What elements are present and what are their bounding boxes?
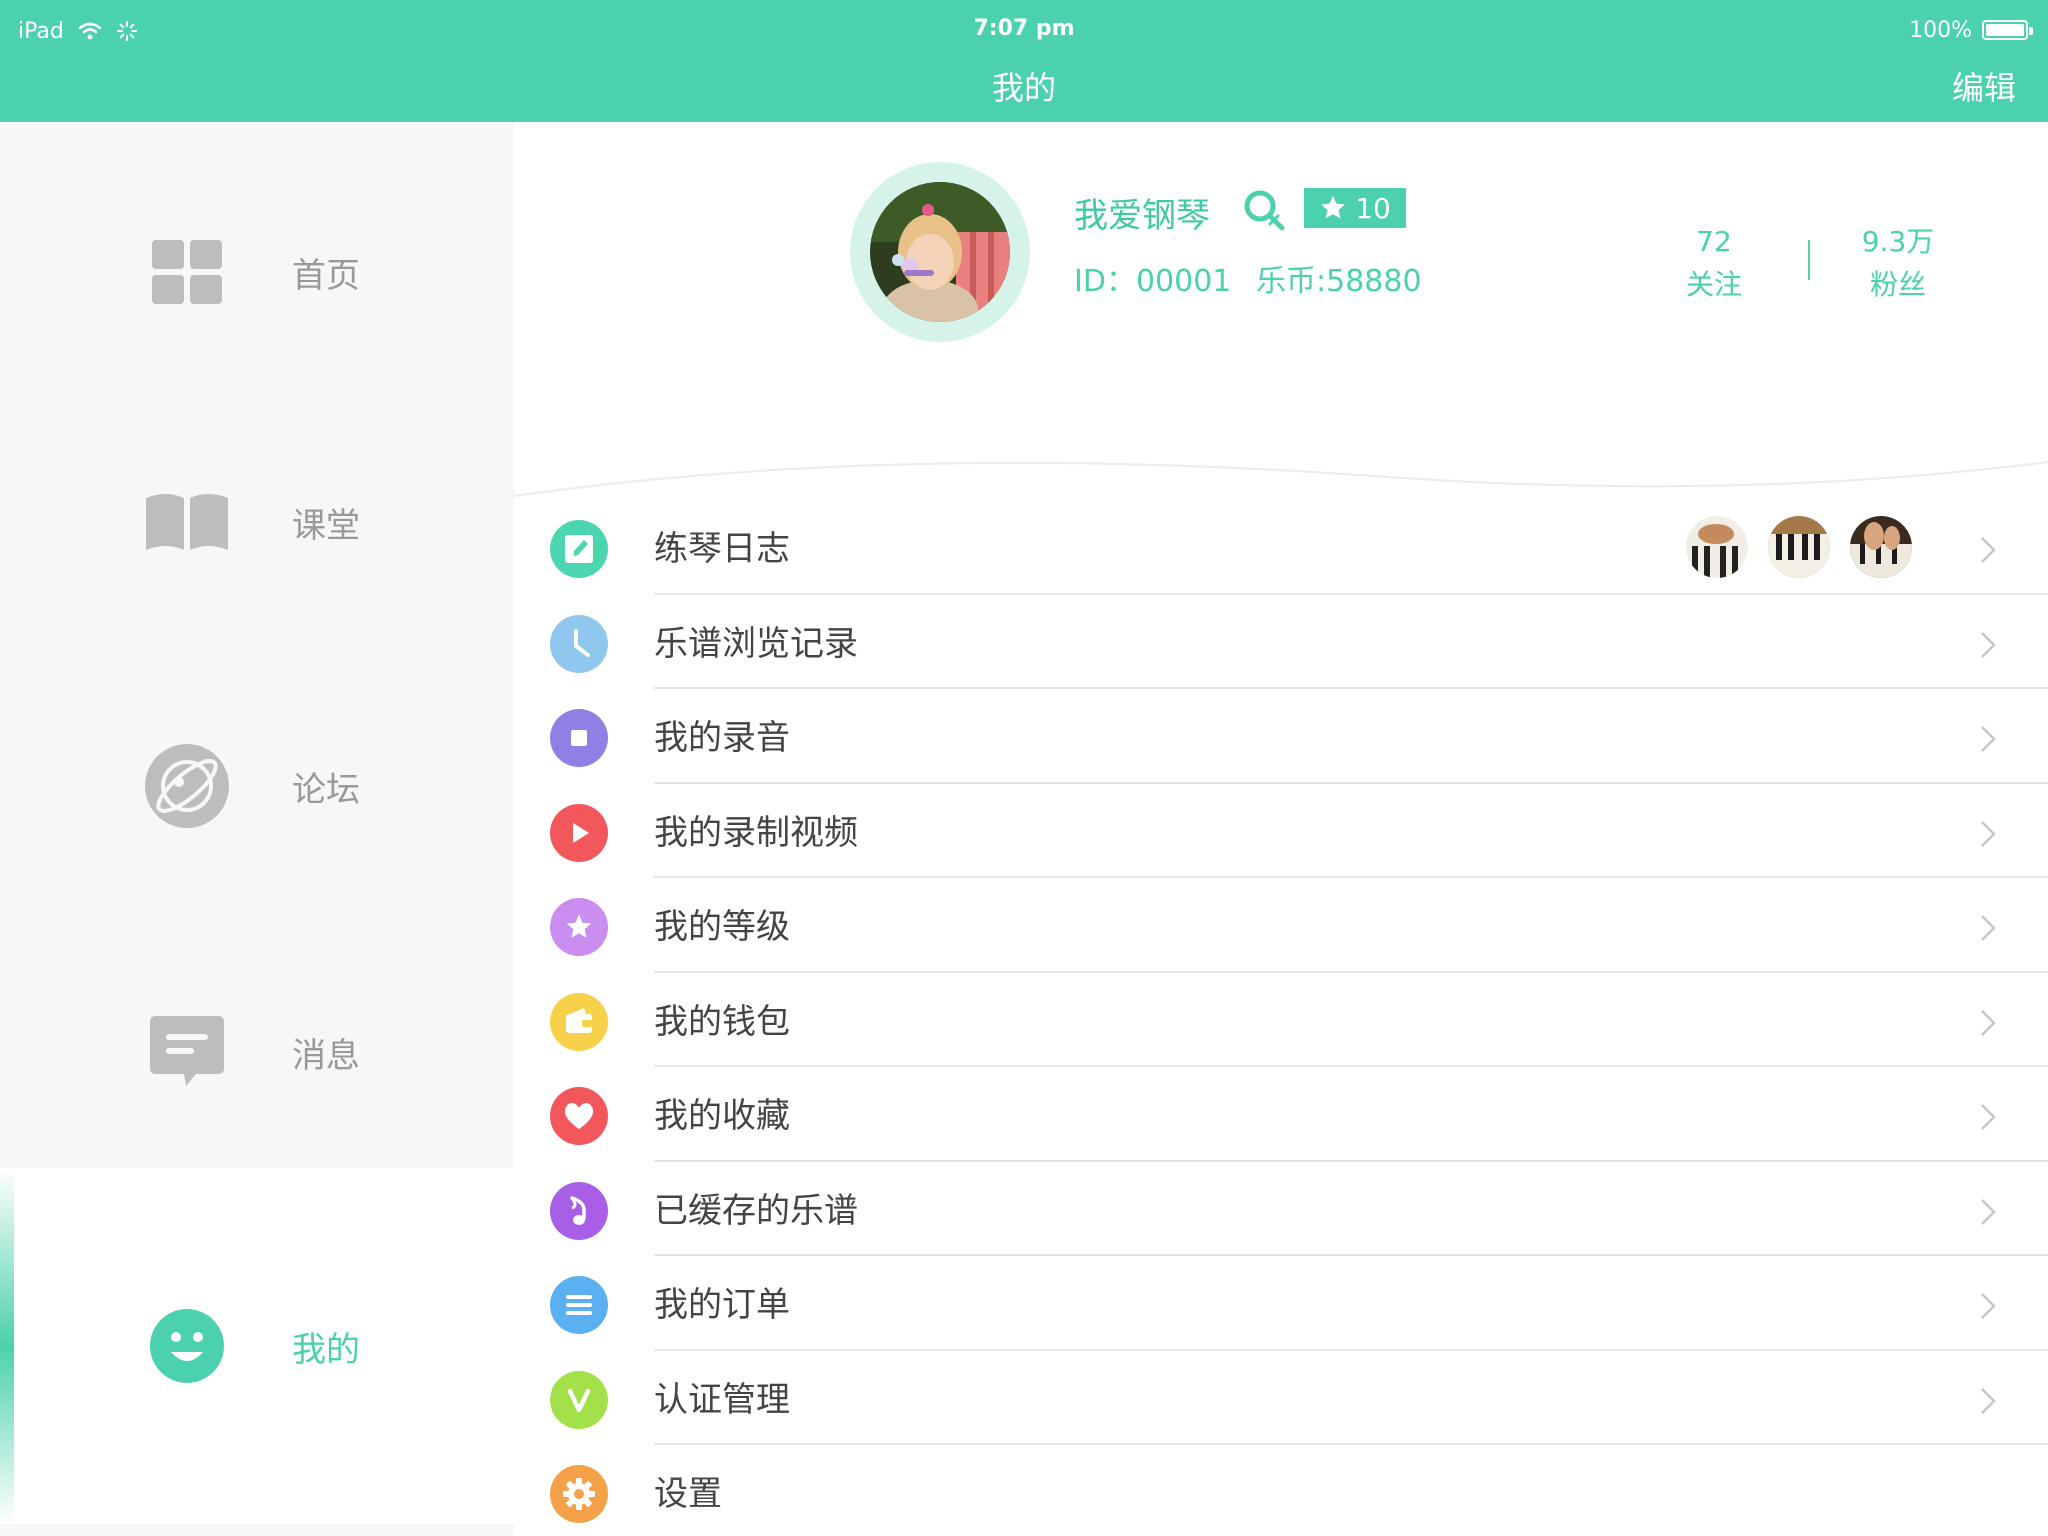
- wallet-icon: [550, 992, 608, 1051]
- fans-stat[interactable]: 9.3万 粉丝: [1828, 222, 1968, 308]
- sidebar-item-label: 消息: [292, 1035, 360, 1076]
- journal-icon: [550, 520, 608, 578]
- piano-thumbnail: [1850, 516, 1912, 578]
- piano-thumbnail: [1686, 516, 1748, 578]
- menu-item-label: 我的录音: [654, 718, 790, 758]
- sidebar-item-label: 课堂: [292, 505, 360, 546]
- menu-item-label: 设置: [654, 1474, 722, 1514]
- sidebar-item-mine[interactable]: 我的: [0, 1168, 514, 1524]
- smiley-icon: [140, 1299, 234, 1393]
- sidebar-item-label: 首页: [292, 255, 360, 296]
- active-indicator: [0, 1168, 14, 1524]
- chevron-right-icon: [1981, 1198, 1996, 1225]
- menu-item-label: 认证管理: [654, 1379, 790, 1420]
- play-icon: [550, 803, 608, 862]
- profile-header: 我爱钢琴 10 ID：00001 乐币:58880 72 关注 9.3万 粉丝: [514, 122, 2048, 502]
- level-value: 10: [1355, 191, 1391, 225]
- following-stat[interactable]: 72 关注: [1644, 222, 1784, 308]
- menu-item-label: 我的等级: [654, 907, 790, 947]
- sidebar-item-label: 论坛: [292, 769, 360, 810]
- menu-item-label: 我的录制视频: [654, 812, 858, 853]
- username: 我爱钢琴: [1074, 196, 1210, 236]
- chevron-right-icon: [1981, 1387, 1996, 1414]
- top-bar: iPad 7:07 pm 100% 我的 编辑: [0, 0, 2048, 122]
- sidebar-item-forum[interactable]: 论坛: [0, 666, 514, 906]
- heart-icon: [550, 1087, 608, 1145]
- chevron-right-icon: [1981, 1104, 1996, 1130]
- list-icon: [550, 1276, 608, 1334]
- page-title: 我的: [991, 69, 1056, 107]
- status-right: 100%: [1909, 14, 2033, 46]
- menu-item-my-favorites[interactable]: 我的收藏: [514, 1067, 2048, 1162]
- chevron-right-icon: [1981, 537, 1996, 563]
- menu-item-practice-log[interactable]: 练琴日志: [514, 500, 2048, 595]
- avatar-photo: [870, 182, 1010, 322]
- menu-item-my-wallet[interactable]: 我的钱包: [514, 973, 2048, 1067]
- menu-item-verification[interactable]: 认证管理: [514, 1351, 2048, 1445]
- fans-label: 粉丝: [1869, 268, 1926, 301]
- sidebar-item-home[interactable]: 首页: [0, 152, 514, 392]
- piano-thumbnail: [1768, 516, 1830, 578]
- chevron-right-icon: [1981, 820, 1996, 847]
- verified-v-icon: [550, 1370, 608, 1429]
- battery-percent: 100%: [1909, 17, 1972, 43]
- clock-icon: [550, 614, 608, 673]
- menu-item-label: 乐谱浏览记录: [654, 623, 858, 664]
- user-id: ID：00001: [1074, 264, 1232, 299]
- star-icon: [550, 898, 608, 956]
- find-friend-icon[interactable]: [1242, 188, 1286, 232]
- coin-balance: 乐币:58880: [1256, 264, 1422, 299]
- level-badge[interactable]: 10: [1304, 188, 1406, 228]
- message-icon: [140, 1005, 234, 1099]
- menu-item-cached-scores[interactable]: 已缓存的乐谱: [514, 1162, 2048, 1256]
- stat-divider: [1808, 240, 1810, 280]
- menu-item-settings[interactable]: 设置: [514, 1445, 2048, 1536]
- menu-item-label: 练琴日志: [654, 529, 790, 569]
- avatar[interactable]: [850, 162, 1030, 342]
- gear-icon: [550, 1465, 608, 1523]
- status-time: 7:07 pm: [973, 16, 1075, 41]
- planet-icon: [140, 739, 234, 833]
- record-icon: [550, 709, 608, 767]
- chevron-right-icon: [1981, 726, 1996, 752]
- star-icon: [1321, 195, 1346, 219]
- menu-item-my-level[interactable]: 我的等级: [514, 878, 2048, 973]
- menu-item-label: 我的订单: [654, 1285, 790, 1325]
- edit-button[interactable]: 编辑: [1952, 66, 2016, 110]
- menu-item-label: 已缓存的乐谱: [654, 1190, 858, 1231]
- sidebar: 首页 课堂 论坛 消息 我的: [0, 122, 514, 1536]
- practice-thumbnails: [1686, 516, 1912, 578]
- music-note-icon: [550, 1181, 608, 1240]
- sidebar-item-messages[interactable]: 消息: [0, 932, 514, 1172]
- menu-item-label: 我的收藏: [654, 1096, 790, 1136]
- menu-item-my-videos[interactable]: 我的录制视频: [514, 784, 2048, 878]
- grid-icon: [140, 225, 234, 319]
- fans-count: 9.3万: [1861, 225, 1935, 258]
- chevron-right-icon: [1981, 1009, 1996, 1036]
- following-label: 关注: [1685, 268, 1742, 301]
- battery-icon: [1982, 20, 2033, 40]
- menu-item-my-orders[interactable]: 我的订单: [514, 1256, 2048, 1351]
- menu-item-label: 我的钱包: [654, 1001, 790, 1042]
- chevron-right-icon: [1981, 1293, 1996, 1319]
- menu-item-my-recordings[interactable]: 我的录音: [514, 689, 2048, 784]
- following-count: 72: [1696, 225, 1732, 258]
- menu-list: 练琴日志 乐谱浏览记录 我的录音 我的录制视频 我的等级 我的钱包 我的收藏 已…: [514, 500, 2048, 1536]
- book-icon: [140, 475, 234, 569]
- sidebar-item-classroom[interactable]: 课堂: [0, 402, 514, 642]
- chevron-right-icon: [1981, 915, 1996, 941]
- menu-item-score-history[interactable]: 乐谱浏览记录: [514, 595, 2048, 689]
- chevron-right-icon: [1981, 631, 1996, 658]
- sidebar-item-label: 我的: [292, 1329, 360, 1370]
